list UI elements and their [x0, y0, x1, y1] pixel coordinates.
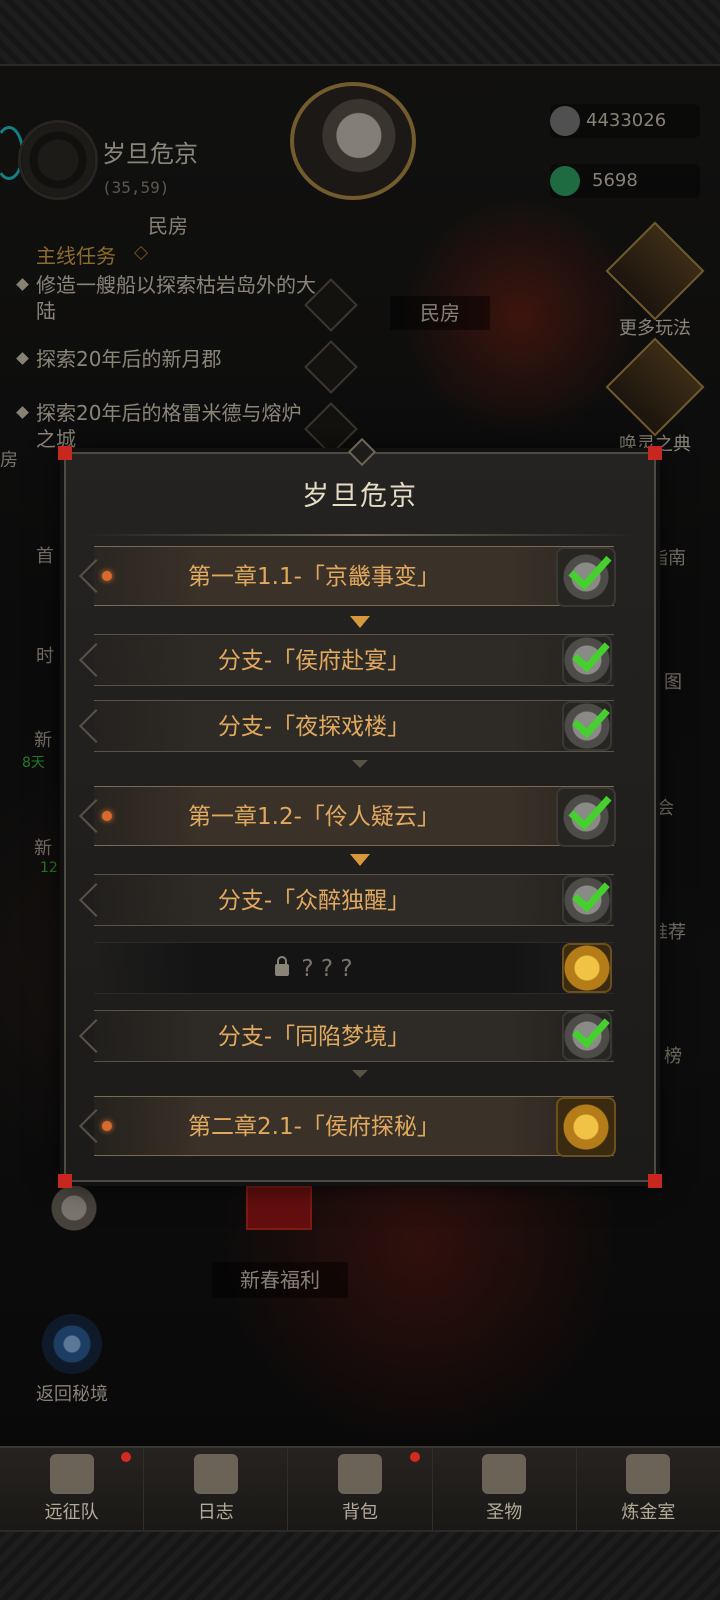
- top-frame: [0, 0, 720, 66]
- scroll-map-icon: [193, 1454, 238, 1494]
- locked-row[interactable]: ? ? ?: [94, 942, 614, 994]
- chapter-row[interactable]: 第二章2.1-「侯府探秘」: [79, 1096, 616, 1157]
- branch-row[interactable]: 分支-「同陷梦境」: [79, 1009, 614, 1062]
- chevron-down-icon: [352, 1070, 368, 1078]
- corner-ornament-icon: [648, 1174, 662, 1188]
- notification-dot-icon: [409, 1452, 420, 1462]
- chapter-modal: 岁旦危京 第一章1.1-「京畿事变」 分支-「侯府赴宴」 分支-「夜探戏楼」 第…: [58, 437, 662, 1188]
- bottom-frame: [0, 1530, 720, 1600]
- completed-check-icon: [556, 785, 616, 847]
- chevron-down-icon: [350, 854, 370, 866]
- corner-ornament-icon: [648, 446, 662, 460]
- branch-row[interactable]: 分支-「夜探戏楼」: [79, 699, 614, 752]
- nav-relics[interactable]: 圣物: [433, 1448, 577, 1530]
- backpack-icon: [338, 1454, 382, 1494]
- chapter-row[interactable]: 第一章1.1-「京畿事变」: [79, 545, 616, 607]
- chalice-icon: [482, 1454, 527, 1494]
- lock-icon: [275, 955, 290, 976]
- completed-check-icon: [562, 633, 612, 685]
- corner-ornament-icon: [58, 446, 72, 460]
- bottom-nav: 远征队 日志 背包 圣物 炼金室: [0, 1446, 720, 1530]
- completed-check-icon: [562, 873, 612, 925]
- locked-label: ? ? ?: [301, 956, 353, 982]
- nav-backpack[interactable]: 背包: [288, 1448, 433, 1530]
- alchemy-icon: [626, 1454, 671, 1494]
- chevron-down-icon: [352, 760, 368, 768]
- modal-title: 岁旦危京: [302, 481, 418, 512]
- nav-journal[interactable]: 日志: [144, 1448, 289, 1530]
- reward-chest-icon: [562, 943, 612, 993]
- notification-dot-icon: [121, 1452, 132, 1462]
- completed-check-icon: [562, 699, 612, 751]
- branch-row[interactable]: 分支-「侯府赴宴」: [79, 633, 614, 686]
- corner-ornament-icon: [58, 1174, 72, 1188]
- chapter-row[interactable]: 第一章1.2-「伶人疑云」: [79, 785, 616, 847]
- completed-check-icon: [556, 545, 616, 607]
- chevron-down-icon: [350, 616, 370, 628]
- title-divider: [86, 534, 638, 536]
- nav-expedition[interactable]: 远征队: [0, 1448, 145, 1530]
- branch-row[interactable]: 分支-「众醉独醒」: [79, 873, 614, 926]
- reward-chest-icon: [556, 1097, 616, 1157]
- viking-helmet-icon: [49, 1454, 94, 1494]
- completed-check-icon: [562, 1009, 612, 1061]
- nav-alchemy[interactable]: 炼金室: [577, 1448, 720, 1530]
